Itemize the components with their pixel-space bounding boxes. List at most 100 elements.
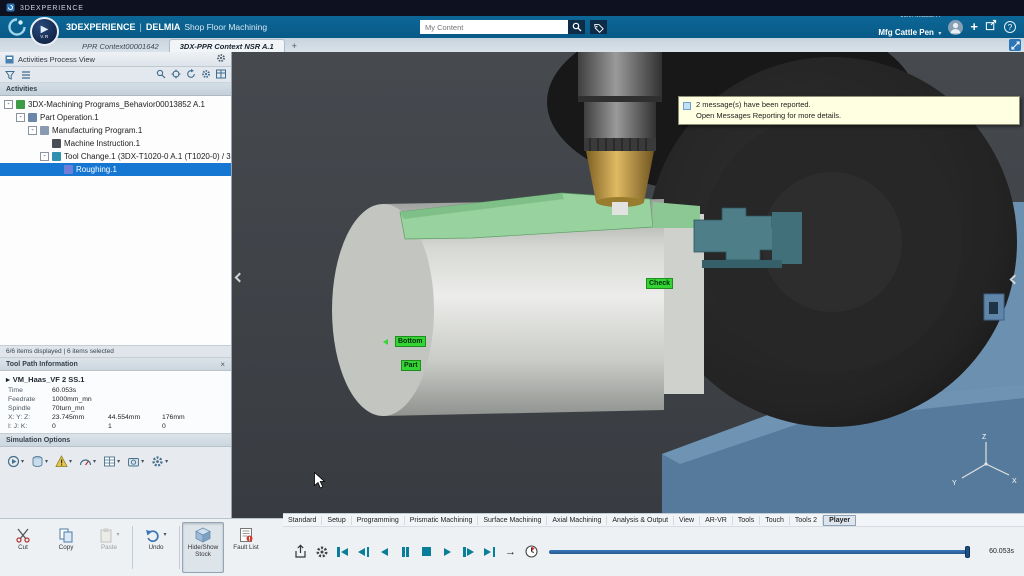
close-icon[interactable]: ×	[220, 360, 225, 369]
clock-icon	[524, 544, 539, 559]
panel-settings-button[interactable]	[216, 53, 226, 65]
share-button[interactable]	[985, 18, 997, 36]
timeline-slider[interactable]	[549, 545, 970, 559]
locate-button[interactable]	[171, 66, 181, 84]
tree-expander[interactable]: -	[16, 113, 25, 122]
analysis-button[interactable]: ▾	[79, 455, 96, 468]
export-button[interactable]	[293, 543, 308, 560]
tab-surface-machining[interactable]: Surface Machining	[478, 516, 547, 525]
tree-item[interactable]: - 3DX-Machining Programs_Behavior0001385…	[0, 98, 231, 111]
tpi-value: 0	[162, 423, 223, 430]
tab-prismatic-machining[interactable]: Prismatic Machining	[405, 516, 479, 525]
undo-button[interactable]: ▾ Undo	[135, 522, 177, 573]
goto-time-button[interactable]: →	[503, 543, 518, 560]
simulation-play-mode-button[interactable]: ▾	[7, 455, 24, 468]
bottom-feature-marker	[383, 339, 388, 345]
play-backward-button[interactable]	[377, 543, 392, 560]
tab-analysis-output[interactable]: Analysis & Output	[607, 516, 674, 525]
tpi-value	[162, 405, 223, 412]
tpi-value	[162, 387, 223, 394]
tree-item[interactable]: - Manufacturing Program.1	[0, 124, 231, 137]
machine-row[interactable]: ▸ VM_Haas_VF 2 SS.1	[0, 373, 231, 385]
tree-item[interactable]: Machine Instruction.1	[0, 137, 231, 150]
menubar-brand: 3DEXPERIENCE	[20, 5, 84, 12]
search-icon	[156, 69, 166, 79]
tag-button[interactable]	[590, 20, 607, 34]
tree-item-roughing-selected[interactable]: Roughing.1	[0, 163, 231, 176]
tag-icon	[593, 22, 604, 33]
play-button[interactable]	[440, 543, 455, 560]
jump-to-end-button[interactable]	[482, 543, 497, 560]
tab-tools[interactable]: Tools	[733, 516, 760, 525]
copy-icon	[58, 527, 74, 543]
tpi-label: X: Y: Z:	[8, 414, 52, 421]
viewport-3d[interactable]: Z Y X 2 message(s) have been reported. O…	[232, 52, 1024, 518]
timeline-handle[interactable]	[965, 546, 970, 558]
tab-programming[interactable]: Programming	[352, 516, 405, 525]
workspace-name: Mfg Cattle Pen	[878, 28, 934, 37]
tab-ppr-context[interactable]: PPR Context00001642	[72, 40, 169, 52]
pause-button[interactable]	[398, 543, 413, 560]
expand-icon	[1011, 41, 1020, 50]
hide-show-stock-button[interactable]: Hide/Show Stock	[182, 522, 224, 573]
tpi-label: Time	[8, 387, 52, 394]
panel-toolbar-right	[156, 66, 226, 84]
report-table-button[interactable]: ▾	[103, 455, 120, 468]
player-settings-button[interactable]	[314, 543, 329, 560]
tree-item[interactable]: - Part Operation.1	[0, 111, 231, 124]
app-name: DELMIA	[146, 22, 181, 32]
step-backward-button[interactable]	[356, 543, 371, 560]
tree-expander[interactable]: -	[40, 152, 49, 161]
timeline-track[interactable]	[549, 550, 970, 554]
brand-text: 3DEXPERIENCE	[66, 22, 136, 32]
collision-check-button[interactable]: ▾	[55, 455, 72, 468]
copy-button[interactable]: Copy	[45, 522, 87, 573]
jump-to-start-button[interactable]	[335, 543, 350, 560]
app-badge[interactable]: ▶ V.R	[30, 17, 59, 46]
sim-settings-button[interactable]: ▾	[151, 455, 168, 468]
playback-speed-button[interactable]	[524, 543, 539, 560]
tab-touch[interactable]: Touch	[760, 516, 790, 525]
capture-button[interactable]: ▾	[127, 455, 144, 468]
avatar[interactable]	[948, 20, 963, 35]
search-tree-button[interactable]	[156, 66, 166, 84]
messages-tooltip[interactable]: 2 message(s) have been reported. Open Me…	[678, 96, 1020, 125]
machining-program-icon	[16, 100, 25, 109]
tree-item[interactable]: - Tool Change.1 (3DX-T1020-0 A.1 (T1020-…	[0, 150, 231, 163]
new-tab-button[interactable]: +	[285, 41, 304, 52]
expander-arrow-icon: ▸	[6, 375, 10, 384]
fullscreen-button[interactable]	[1009, 39, 1021, 51]
tree-expander[interactable]: -	[28, 126, 37, 135]
tpi-label: Spindle	[8, 405, 52, 412]
info-icon	[683, 102, 691, 110]
refresh-button[interactable]	[186, 66, 196, 84]
tab-player[interactable]: Player	[823, 515, 856, 526]
view-mode-button[interactable]	[21, 70, 31, 80]
paste-button[interactable]: ▾ Paste	[88, 522, 130, 573]
tab-3dx-ppr-context[interactable]: 3DX-PPR Context NSR A.1	[169, 39, 285, 52]
search-input[interactable]	[420, 20, 568, 34]
tree-expander[interactable]: -	[4, 100, 13, 109]
check-feature-label[interactable]: Check	[646, 278, 673, 289]
tree-settings-button[interactable]	[201, 66, 211, 84]
search-button[interactable]	[568, 20, 585, 34]
user-block[interactable]: John MILBERY Mfg Cattle Pen ▾	[878, 13, 941, 41]
add-content-button[interactable]: +	[970, 21, 978, 33]
cut-button[interactable]: Cut	[2, 522, 44, 573]
help-button[interactable]: ?	[1004, 21, 1016, 33]
columns-button[interactable]	[216, 66, 226, 84]
stop-button[interactable]	[419, 543, 434, 560]
tab-setup[interactable]: Setup	[322, 516, 351, 525]
tab-ar-vr[interactable]: AR-VR	[700, 516, 733, 525]
tab-view[interactable]: View	[674, 516, 700, 525]
filter-button[interactable]	[5, 70, 15, 80]
tab-tools-2[interactable]: Tools 2	[790, 516, 823, 525]
chevron-down-icon: ▾	[938, 31, 941, 37]
step-forward-button[interactable]	[461, 543, 476, 560]
fault-list-button[interactable]: Fault List	[225, 522, 267, 573]
part-feature-label[interactable]: Part	[401, 360, 421, 371]
bottom-feature-label[interactable]: Bottom	[395, 336, 426, 347]
material-removal-button[interactable]: ▾	[31, 455, 48, 468]
tab-standard[interactable]: Standard	[283, 516, 322, 525]
tab-axial-machining[interactable]: Axial Machining	[547, 516, 607, 525]
